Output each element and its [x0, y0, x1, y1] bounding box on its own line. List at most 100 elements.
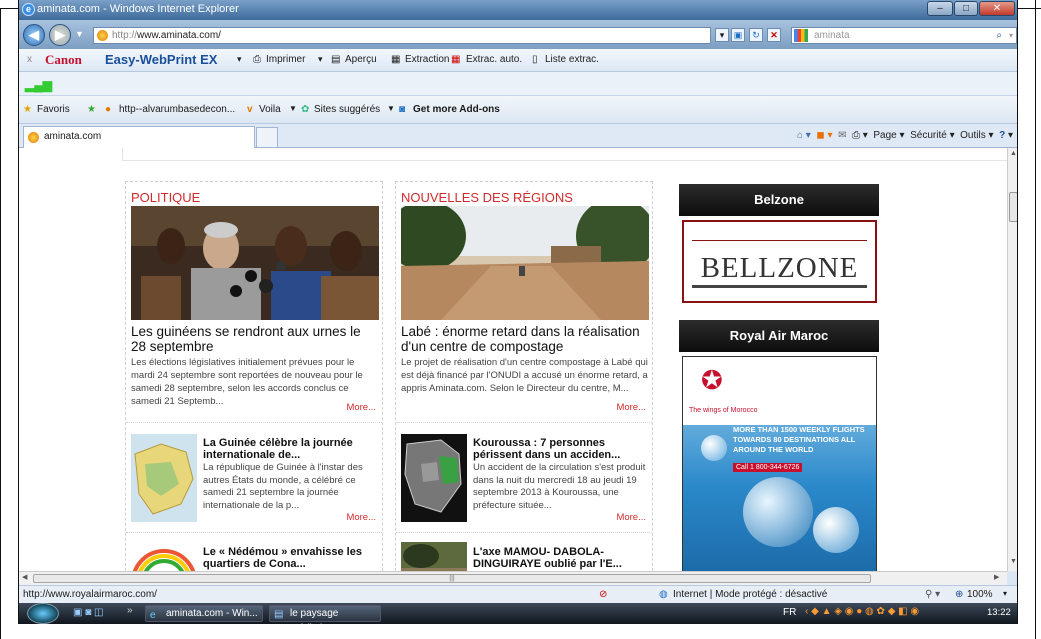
headline-link[interactable]: Labé : énorme retard dans la réalisation… [401, 324, 649, 354]
list-icon: ▯ [532, 54, 538, 65]
mail-icon[interactable]: ✉ [838, 130, 846, 141]
favorite-link-1[interactable]: http--alvarumbasedecon... [119, 104, 235, 115]
article-title-link[interactable]: L'axe MAMOU- DABOLA-DINGUIRAYE oublié pa… [473, 546, 649, 570]
back-button[interactable]: ◀ [23, 24, 45, 46]
extraction-icon: ▦ [391, 54, 401, 65]
print-dropdown-icon[interactable]: ▾ [318, 54, 323, 65]
article-title-link[interactable]: Kouroussa : 7 personnes périssent dans u… [473, 437, 649, 461]
quick-launch-more-icon[interactable]: » [127, 605, 133, 616]
more-link[interactable]: More... [346, 402, 376, 413]
headline-link[interactable]: Les guinéens se rendront aux urnes le 28… [131, 324, 379, 354]
rainbow-thumbnail[interactable] [131, 542, 197, 571]
auto-extraction-button[interactable]: Extrac. auto. [466, 54, 522, 65]
tab-aminata[interactable]: aminata.com [23, 126, 255, 148]
forward-button[interactable]: ▶ [49, 24, 71, 46]
globe-icon [701, 435, 727, 461]
horizontal-scroll-thumb[interactable]: ||| [33, 574, 871, 583]
auto-extraction-icon: ▦ [451, 54, 461, 65]
search-value: aminata [814, 30, 850, 41]
scroll-left-icon[interactable]: ◀ [22, 573, 27, 581]
tray-icons[interactable]: ‹ ◆ ▲ ◈ ◉ ● ◍ ✿ ◆ ◧ ◉ [805, 606, 919, 617]
start-button[interactable] [27, 603, 59, 624]
taskbar-ie-button[interactable]: e aminata.com - Win... [145, 605, 263, 622]
protected-mode-icon[interactable]: ⚲ ▾ [925, 589, 940, 600]
clock[interactable]: 13:22 [987, 607, 1011, 618]
section-title[interactable]: POLITIQUE [131, 190, 200, 205]
link1-icon: ● [105, 104, 112, 115]
search-dropdown-icon[interactable]: ▾ [1009, 28, 1013, 43]
security-menu[interactable]: Sécurité [910, 130, 947, 141]
security-zone[interactable]: Internet | Mode protégé : désactivé [673, 589, 827, 600]
minimize-button[interactable]: ‒ [927, 1, 953, 16]
guinea-map-thumbnail[interactable] [131, 434, 197, 522]
section-title[interactable]: NOUVELLES DES RÉGIONS [401, 190, 573, 205]
tools-menu[interactable]: Outils [960, 130, 986, 141]
extraction-list-button[interactable]: Liste extrac. [545, 54, 599, 65]
headline-summary: Les élections législatives initialement … [131, 357, 363, 407]
road-thumbnail[interactable] [401, 542, 467, 571]
suggested-dropdown-icon[interactable]: ▼ [387, 104, 395, 113]
easy-webprint-menu[interactable]: Easy-WebPrint EX [105, 52, 217, 67]
taskbar-word-button[interactable]: ▤ le paysage médiatiq... [269, 605, 381, 624]
preview-button[interactable]: Aperçu [345, 54, 377, 65]
close-button[interactable]: ✕ [979, 1, 1015, 16]
more-link[interactable]: More... [616, 402, 646, 413]
compatibility-icon[interactable]: ▣ [731, 28, 745, 42]
refresh-icon[interactable]: ↻ [749, 28, 763, 42]
command-bar: ⌂ ▾ ◼ ▾ ✉ ⎙ ▾ Page ▾ Sécurité ▾ Outils ▾… [796, 130, 1013, 141]
help-icon[interactable]: ? [999, 130, 1005, 141]
signal-bar: ▂▄▆ [19, 72, 1017, 96]
ad-header-royal-air-maroc: Royal Air Maroc [679, 320, 879, 352]
voila-dropdown-icon[interactable]: ▼ [289, 104, 297, 113]
article-title-link[interactable]: La Guinée célèbre la journée internation… [203, 437, 379, 461]
politique-photo[interactable] [131, 206, 379, 320]
more-link[interactable]: More... [346, 512, 376, 523]
new-tab-button[interactable] [256, 127, 278, 148]
ram-tagline: The wings of Morocco [689, 407, 758, 414]
favorites-button[interactable]: Favoris [37, 104, 70, 115]
feeds-icon[interactable]: ◼ ▾ [816, 130, 832, 141]
stop-icon[interactable]: ✕ [767, 28, 781, 42]
royal-air-maroc-ad[interactable]: ✪ The wings of Morocco MORE THAN 1500 WE… [682, 356, 877, 571]
print-button[interactable]: Imprimer [266, 54, 305, 65]
article-summary: Un accident de la circulation s'est prod… [473, 462, 646, 511]
toolbar-close-button[interactable]: x [27, 54, 32, 65]
logo-line [692, 240, 867, 241]
search-icon[interactable]: ⌕ [996, 28, 1002, 43]
address-input[interactable]: http://www.aminata.com/ [93, 27, 711, 44]
article-title-link[interactable]: Le « Nédémou » envahisse les quartiers d… [203, 546, 379, 570]
bellzone-ad[interactable]: BELLZONE [682, 220, 877, 303]
suggested-sites-link[interactable]: Sites suggérés [314, 104, 380, 115]
print-icon: ⎙ [253, 54, 261, 65]
favorites-bar: ★ Favoris ★ ● http--alvarumbasedecon... … [19, 96, 1017, 124]
more-link[interactable]: More... [616, 512, 646, 523]
zoom-level[interactable]: 100% [967, 589, 993, 600]
dropdown-icon[interactable]: ▾ [715, 28, 729, 42]
ram-logo-area: ✪ The wings of Morocco [683, 357, 876, 425]
scroll-down-icon[interactable]: ▼ [1010, 558, 1017, 565]
extraction-button[interactable]: Extraction [405, 54, 449, 65]
zoom-dropdown-icon[interactable]: ▾ [1003, 589, 1007, 598]
print-page-icon[interactable]: ⎙ ▾ [852, 130, 868, 141]
favorite-link-voila[interactable]: Voila [259, 104, 281, 115]
home-icon[interactable]: ⌂ ▾ [797, 130, 811, 141]
language-indicator[interactable]: FR [783, 607, 796, 618]
vertical-scrollbar[interactable]: ▲ ▼ [1007, 148, 1017, 571]
regions-photo[interactable] [401, 206, 649, 320]
search-input[interactable]: aminata ⌕ ▾ [791, 27, 1017, 44]
add-favorite-icon[interactable]: ★ [87, 104, 96, 115]
frame-border [0, 8, 1, 639]
maximize-button[interactable]: □ [954, 1, 978, 16]
history-dropdown-icon[interactable]: ▼ [75, 29, 84, 39]
menu-dropdown-icon[interactable]: ▾ [237, 54, 242, 65]
scroll-up-icon[interactable]: ▲ [1010, 150, 1017, 157]
quick-launch-icons[interactable]: ▣ ◙ ◫ [73, 607, 104, 618]
address-host: www.aminata.com/ [137, 30, 221, 41]
privacy-icon[interactable]: ⊘ [599, 589, 607, 600]
get-addons-link[interactable]: Get more Add-ons [413, 104, 500, 115]
page-menu[interactable]: Page [873, 130, 896, 141]
horizontal-scrollbar[interactable]: ◀ ||| ▶ [19, 571, 1007, 585]
scroll-right-icon[interactable]: ▶ [994, 573, 999, 581]
kouroussa-map-thumbnail[interactable] [401, 434, 467, 522]
vertical-scroll-thumb[interactable] [1009, 192, 1017, 222]
